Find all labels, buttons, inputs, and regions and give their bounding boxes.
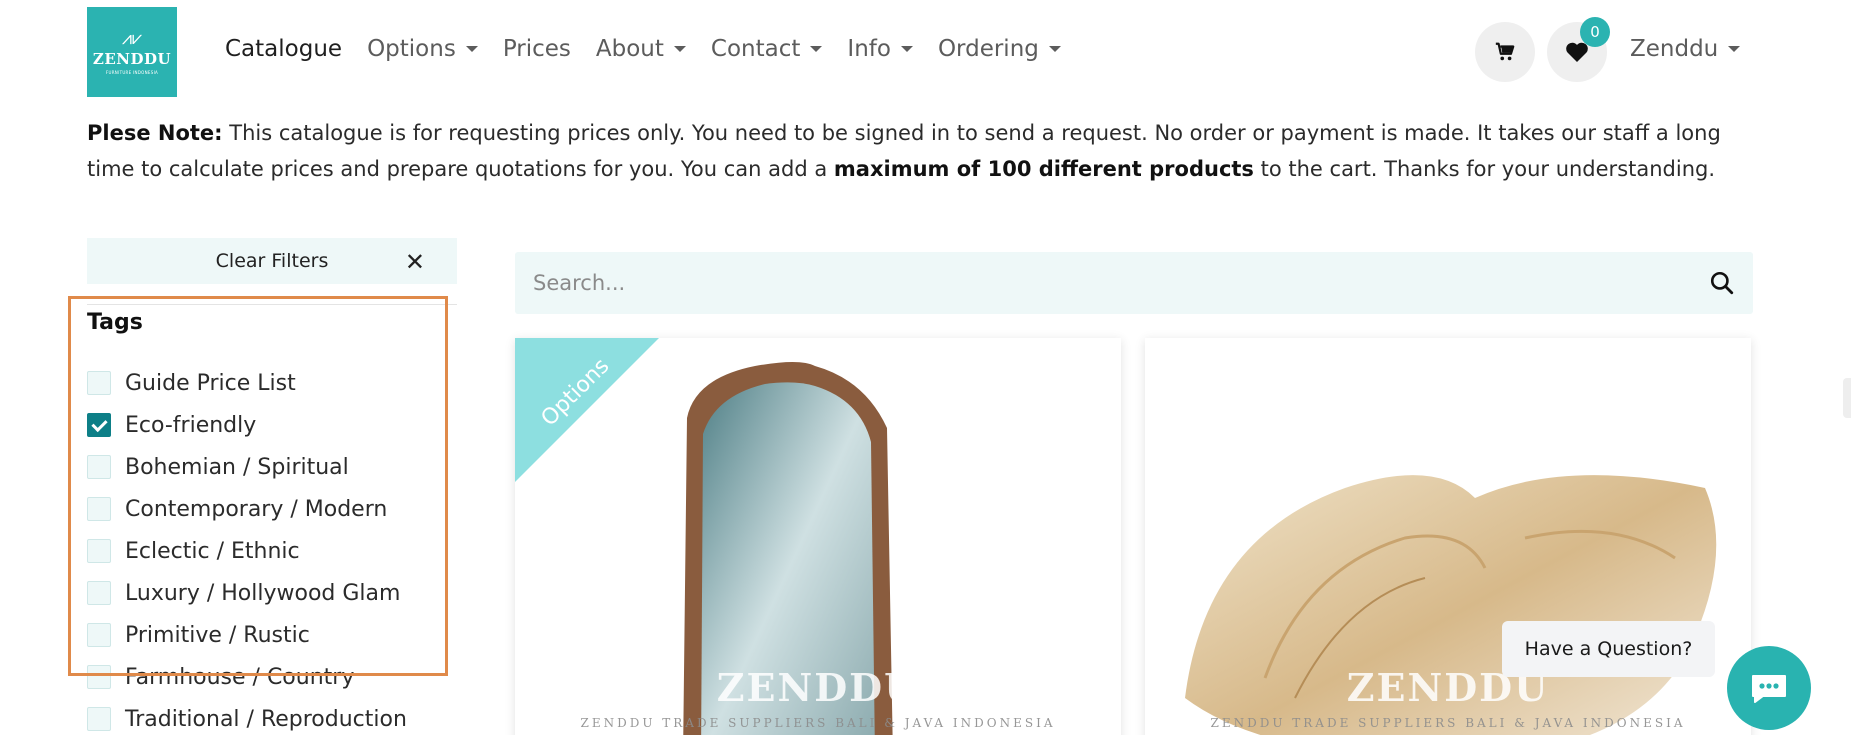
nav-item-label: Contact xyxy=(710,36,801,62)
note-label: Plese Note: xyxy=(87,121,223,145)
tag-filter-item[interactable]: Traditional / Reproduction xyxy=(87,698,407,735)
caret-down-icon xyxy=(673,46,686,52)
tag-label: Primitive / Rustic xyxy=(125,622,310,648)
chat-prompt-bubble[interactable]: Have a Question? xyxy=(1502,621,1715,677)
tag-label: Farmhouse / Country xyxy=(125,664,355,690)
tag-label: Eclectic / Ethnic xyxy=(125,538,300,564)
tag-filter-item[interactable]: Primitive / Rustic xyxy=(87,614,407,656)
checkbox[interactable] xyxy=(87,707,111,731)
watermark: ZENDDU ZENDDU TRADE SUPPLIERS BALI & JAV… xyxy=(515,665,1121,730)
tag-filter-item[interactable]: Eclectic / Ethnic xyxy=(87,530,407,572)
watermark-name: ZENDDU xyxy=(716,665,920,710)
checkbox[interactable] xyxy=(87,665,111,689)
nav-item-ordering[interactable]: Ordering xyxy=(938,36,1061,62)
search-icon[interactable] xyxy=(1709,270,1735,296)
nav-item-contact[interactable]: Contact xyxy=(710,36,823,62)
checkbox[interactable] xyxy=(87,539,111,563)
user-menu-label: Zenddu xyxy=(1630,36,1719,62)
tag-filter-item[interactable]: Contemporary / Modern xyxy=(87,488,407,530)
tag-label: Traditional / Reproduction xyxy=(125,706,407,732)
side-tab[interactable] xyxy=(1843,378,1851,418)
watermark-subtitle: ZENDDU TRADE SUPPLIERS BALI & JAVA INDON… xyxy=(580,716,1056,730)
logo-tagline: FURNITURE INDONESIA xyxy=(105,69,159,75)
checkbox[interactable] xyxy=(87,371,111,395)
logo-mark-icon: ⩘⩗ xyxy=(121,27,143,49)
logo[interactable]: ⩘⩗ ZENDDU FURNITURE INDONESIA xyxy=(87,7,177,97)
catalogue-note: Plese Note: This catalogue is for reques… xyxy=(87,115,1767,187)
close-icon: ✕ xyxy=(404,248,425,276)
nav-item-info[interactable]: Info xyxy=(847,36,913,62)
tag-label: Eco-friendly xyxy=(125,412,257,438)
tag-label: Luxury / Hollywood Glam xyxy=(125,580,401,606)
nav-item-label: Info xyxy=(847,36,891,62)
nav-item-label: Ordering xyxy=(937,36,1039,62)
tag-filter-item[interactable]: Luxury / Hollywood Glam xyxy=(87,572,407,614)
heart-icon xyxy=(1566,42,1588,62)
checkbox[interactable] xyxy=(87,581,111,605)
caret-down-icon xyxy=(465,46,478,52)
clear-filters-label: Clear Filters xyxy=(215,250,329,272)
wishlist-count-badge: 0 xyxy=(1580,17,1610,47)
note-text-2: to the cart. Thanks for your understandi… xyxy=(1260,157,1716,181)
tag-label: Guide Price List xyxy=(125,370,296,396)
nav-item-label: About xyxy=(595,36,664,62)
caret-down-icon xyxy=(900,46,913,52)
divider xyxy=(87,304,457,305)
watermark-subtitle: ZENDDU TRADE SUPPLIERS BALI & JAVA INDON… xyxy=(1210,716,1686,730)
search-input[interactable] xyxy=(533,271,1709,295)
caret-down-icon xyxy=(810,46,823,52)
tag-label: Contemporary / Modern xyxy=(125,496,388,522)
nav-item-label: Prices xyxy=(502,36,571,62)
checkbox[interactable] xyxy=(87,623,111,647)
tag-filter-item[interactable]: Bohemian / Spiritual xyxy=(87,446,407,488)
nav-item-label: Options xyxy=(367,36,456,62)
tag-label: Bohemian / Spiritual xyxy=(125,454,349,480)
nav-item-catalogue[interactable]: Catalogue xyxy=(225,36,342,62)
tag-filter-item[interactable]: Farmhouse / Country xyxy=(87,656,407,698)
caret-down-icon xyxy=(1048,46,1061,52)
nav-item-label: Catalogue xyxy=(225,36,343,62)
search-bar xyxy=(515,252,1753,314)
checkbox[interactable] xyxy=(87,413,111,437)
tag-filter-item[interactable]: Guide Price List xyxy=(87,362,407,404)
tag-filter-item[interactable]: Eco-friendly xyxy=(87,404,407,446)
tag-filter-list: Guide Price List Eco-friendly Bohemian /… xyxy=(87,362,407,735)
checkbox[interactable] xyxy=(87,455,111,479)
tags-heading: Tags xyxy=(87,310,143,335)
caret-down-icon xyxy=(1728,46,1741,52)
nav-item-options[interactable]: Options xyxy=(367,36,478,62)
product-card[interactable]: Options ZENDDU ZENDDU TRADE SUPPLIERS BA… xyxy=(515,338,1121,735)
main-nav: Catalogue Options Prices About Contact I… xyxy=(225,36,1061,62)
chat-button[interactable] xyxy=(1727,646,1811,730)
cart-icon xyxy=(1495,42,1515,61)
note-emphasis: maximum of 100 different products xyxy=(833,157,1254,181)
user-menu[interactable]: Zenddu xyxy=(1630,36,1741,62)
nav-item-prices[interactable]: Prices xyxy=(503,36,571,62)
nav-item-about[interactable]: About xyxy=(596,36,686,62)
options-ribbon xyxy=(515,338,659,482)
clear-filters-button[interactable]: Clear Filters ✕ xyxy=(87,238,457,284)
checkbox[interactable] xyxy=(87,497,111,521)
chat-bubble-icon xyxy=(1752,675,1786,703)
cart-button[interactable] xyxy=(1475,22,1535,82)
logo-name: ZENDDU xyxy=(92,49,172,68)
